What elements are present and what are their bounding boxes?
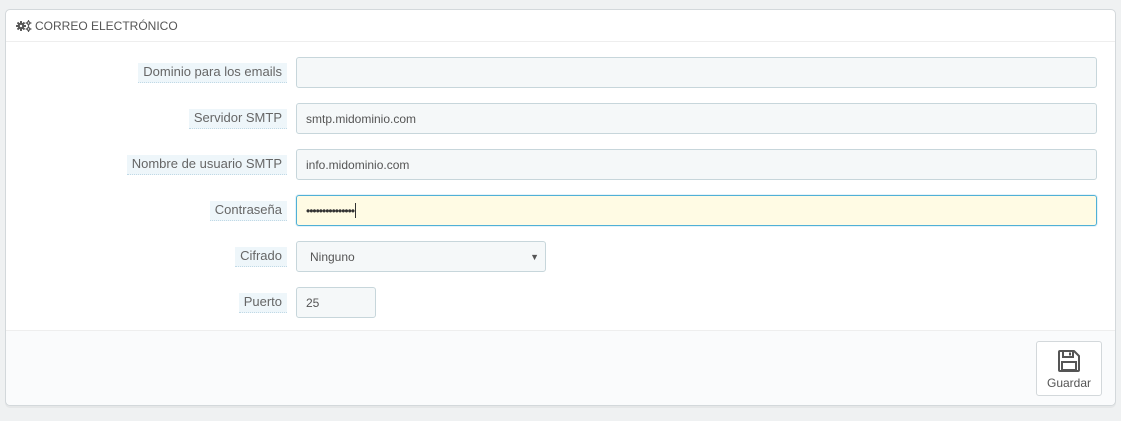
encryption-select[interactable]: Ninguno ▼ bbox=[296, 241, 546, 272]
password-masked-value: ••••••••••••••• bbox=[306, 203, 355, 218]
password-input[interactable]: ••••••••••••••• bbox=[296, 195, 1097, 226]
email-settings-panel: CORREO ELECTRÓNICO Dominio para los emai… bbox=[5, 9, 1116, 406]
smtp-user-label: Nombre de usuario SMTP bbox=[126, 155, 287, 175]
panel-title: CORREO ELECTRÓNICO bbox=[35, 18, 178, 33]
smtp-user-input[interactable]: info.midominio.com bbox=[296, 149, 1097, 180]
smtp-server-label: Servidor SMTP bbox=[188, 109, 287, 129]
caret-down-icon: ▼ bbox=[530, 251, 539, 262]
form-row-smtp-user: Nombre de usuario SMTP info.midominio.co… bbox=[6, 149, 1117, 181]
save-icon bbox=[1057, 349, 1081, 373]
save-label: Guardar bbox=[1046, 376, 1092, 390]
port-input[interactable]: 25 bbox=[296, 287, 376, 318]
cogs-icon bbox=[16, 19, 32, 32]
domain-input[interactable] bbox=[296, 57, 1097, 88]
port-label: Puerto bbox=[238, 293, 287, 313]
panel-heading: CORREO ELECTRÓNICO bbox=[6, 10, 1115, 42]
panel-footer: Guardar bbox=[6, 330, 1115, 405]
form-row-password: Contraseña ••••••••••••••• bbox=[6, 195, 1117, 227]
encryption-label: Cifrado bbox=[235, 247, 287, 267]
password-label: Contraseña bbox=[209, 201, 287, 221]
save-button[interactable]: Guardar bbox=[1036, 341, 1102, 396]
smtp-server-input[interactable]: smtp.midominio.com bbox=[296, 103, 1097, 134]
form-row-encryption: Cifrado Ninguno ▼ bbox=[6, 241, 1117, 273]
form-row-smtp-server: Servidor SMTP smtp.midominio.com bbox=[6, 103, 1117, 135]
encryption-selected-value: Ninguno bbox=[310, 249, 355, 264]
text-caret bbox=[355, 203, 357, 218]
domain-label: Dominio para los emails bbox=[138, 63, 287, 83]
form-row-port: Puerto 25 bbox=[6, 287, 1117, 319]
form-row-domain: Dominio para los emails bbox=[6, 57, 1117, 89]
